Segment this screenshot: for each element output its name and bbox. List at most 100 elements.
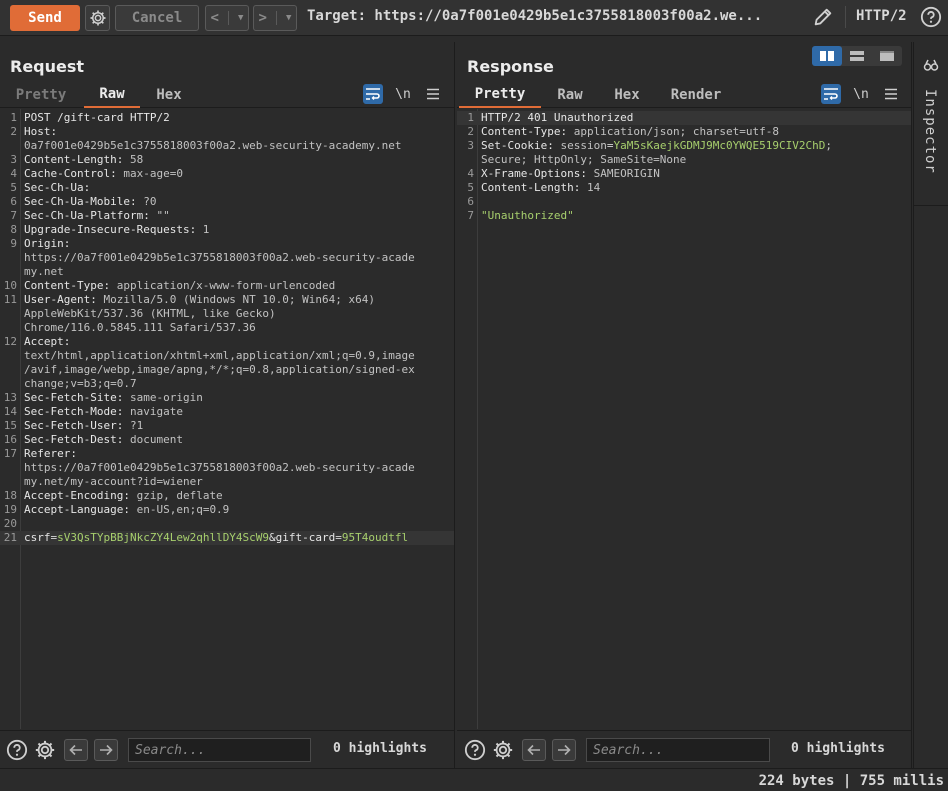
split-vertical-layout-button[interactable] — [842, 46, 872, 66]
response-editor[interactable]: 1 HTTP/2 401 Unauthorized 2 Content-Type: a… — [457, 109, 911, 729]
code-line: https://0a7f001e0429b5e1c3755818003f00a2… — [0, 461, 454, 475]
code-line: 10 Content-Type: application/x-www-form-u… — [0, 279, 454, 293]
tab-raw[interactable]: Raw — [549, 82, 591, 108]
word-wrap-icon[interactable] — [821, 84, 841, 104]
protocol-selector[interactable]: HTTP/2 — [856, 8, 907, 24]
previous-match-button[interactable] — [522, 739, 546, 761]
line-content: my.net/my-account?id=wiener — [24, 475, 203, 489]
previous-match-button[interactable] — [64, 739, 88, 761]
code-line: 20 — [0, 517, 454, 531]
menu-icon[interactable] — [881, 84, 901, 104]
line-number: 15 — [3, 419, 17, 432]
line-content: Sec-Fetch-User: ?1 — [24, 419, 143, 433]
request-lines: 1 POST /gift-card HTTP/2 2 Host: 0a7f001e042… — [0, 111, 454, 545]
line-content: Origin: — [24, 237, 70, 251]
help-icon[interactable] — [464, 739, 486, 761]
code-token: 95T4oudtfl — [341, 531, 409, 544]
code-token: Origin: — [24, 237, 71, 250]
arrow-left-icon — [69, 744, 82, 756]
response-search-input[interactable] — [586, 738, 770, 762]
line-number: 4 — [467, 167, 474, 180]
line-content: Sec-Ch-Ua-Mobile: ?0 — [24, 195, 156, 209]
line-number: 18 — [3, 489, 17, 502]
tab-raw[interactable]: Raw — [84, 82, 140, 108]
tab-hex[interactable]: Hex — [146, 82, 192, 108]
code-token: Upgrade-Insecure-Requests: — [24, 223, 197, 236]
code-line: 3 Content-Length: 58 — [0, 153, 454, 167]
tab-hex[interactable]: Hex — [606, 82, 648, 108]
inspector-tab[interactable]: Inspector — [913, 42, 948, 206]
code-token: Accept-Encoding: — [24, 489, 130, 502]
code-token: en-US,en;q=0.9 — [129, 503, 230, 516]
line-number: 6 — [10, 195, 17, 208]
next-match-button[interactable] — [552, 739, 576, 761]
history-forward-button[interactable]: > ▼ — [253, 5, 297, 31]
line-content: AppleWebKit/537.36 (KHTML, like Gecko) — [24, 307, 276, 321]
request-search-input[interactable] — [128, 738, 311, 762]
code-line: 9 Origin: — [0, 237, 454, 251]
code-line: Secure; HttpOnly; SameSite=None — [457, 153, 911, 167]
code-token: SAMEORIGIN — [586, 167, 660, 180]
help-icon[interactable] — [6, 739, 28, 761]
code-token: X-Frame-Options: — [481, 167, 587, 180]
word-wrap-icon[interactable] — [363, 84, 383, 104]
code-line: 11 User-Agent: Mozilla/5.0 (Windows NT 10… — [0, 293, 454, 307]
request-pane: Request Pretty Raw Hex \n 1 POST /gift-ca… — [0, 42, 455, 768]
show-newlines-toggle[interactable]: \n — [851, 84, 871, 104]
code-token: Cache-Control: — [24, 167, 117, 180]
response-tabs: Pretty Raw Hex Render \n — [457, 82, 911, 108]
settings-button[interactable] — [85, 5, 110, 31]
line-number: 14 — [3, 405, 17, 418]
arrow-left-icon — [527, 744, 540, 756]
line-number: 8 — [10, 223, 17, 236]
response-title: Response — [467, 57, 554, 76]
cancel-button[interactable]: Cancel — [115, 5, 199, 31]
code-token: Sec-Ch-Ua-Platform: — [24, 209, 150, 222]
line-content: Content-Length: 58 — [24, 153, 143, 167]
tab-pretty[interactable]: Pretty — [459, 82, 541, 108]
help-icon[interactable] — [920, 6, 942, 28]
line-number: 3 — [10, 153, 17, 166]
code-token: 0a7f001e0429b5e1c3755818003f00a2.web-sec… — [24, 139, 402, 152]
code-line: 0a7f001e0429b5e1c3755818003f00a2.web-sec… — [0, 139, 454, 153]
next-match-button[interactable] — [94, 739, 118, 761]
line-number: 12 — [3, 335, 17, 348]
inspector-icon — [923, 59, 939, 71]
gear-icon[interactable] — [34, 739, 56, 761]
code-token: 58 — [123, 153, 144, 166]
line-content: Accept-Language: en-US,en;q=0.9 — [24, 503, 229, 517]
arrow-right-icon — [558, 744, 571, 756]
line-number: 7 — [467, 209, 474, 222]
line-number: 13 — [3, 391, 17, 404]
code-token: Host: — [24, 125, 58, 138]
code-line: 5 Sec-Ch-Ua: — [0, 181, 454, 195]
code-token: csrf — [24, 531, 51, 544]
send-button[interactable]: Send — [10, 5, 80, 31]
code-token: my.net — [24, 265, 64, 278]
code-line: 14 Sec-Fetch-Mode: navigate — [0, 405, 454, 419]
code-token: gzip, deflate — [129, 489, 223, 502]
chevron-down-icon[interactable]: ▼ — [238, 13, 243, 23]
tab-render[interactable]: Render — [665, 82, 727, 108]
line-content: https://0a7f001e0429b5e1c3755818003f00a2… — [24, 461, 415, 475]
line-number: 6 — [467, 195, 474, 208]
code-token: ?1 — [123, 419, 144, 432]
line-content: Chrome/116.0.5845.111 Safari/537.36 — [24, 321, 256, 335]
request-editor[interactable]: 1 POST /gift-card HTTP/2 2 Host: 0a7f001e042… — [0, 109, 454, 729]
code-token: Sec-Fetch-User: — [24, 419, 124, 432]
line-content: Sec-Ch-Ua: — [24, 181, 90, 195]
code-line: 4 X-Frame-Options: SAMEORIGIN — [457, 167, 911, 181]
tabbed-layout-button[interactable] — [872, 46, 902, 66]
history-back-button[interactable]: < ▼ — [205, 5, 249, 31]
code-token: https://0a7f001e0429b5e1c3755818003f00a2… — [24, 251, 415, 264]
code-token: change;v=b3;q=0.7 — [24, 377, 137, 390]
gear-icon[interactable] — [492, 739, 514, 761]
edit-target-icon[interactable] — [812, 6, 834, 28]
split-horizontal-layout-button[interactable] — [812, 46, 842, 66]
menu-icon[interactable] — [423, 84, 443, 104]
tab-pretty[interactable]: Pretty — [6, 82, 76, 108]
chevron-down-icon[interactable]: ▼ — [286, 13, 291, 23]
separator — [228, 11, 229, 25]
show-newlines-toggle[interactable]: \n — [393, 84, 413, 104]
request-title: Request — [10, 57, 85, 76]
